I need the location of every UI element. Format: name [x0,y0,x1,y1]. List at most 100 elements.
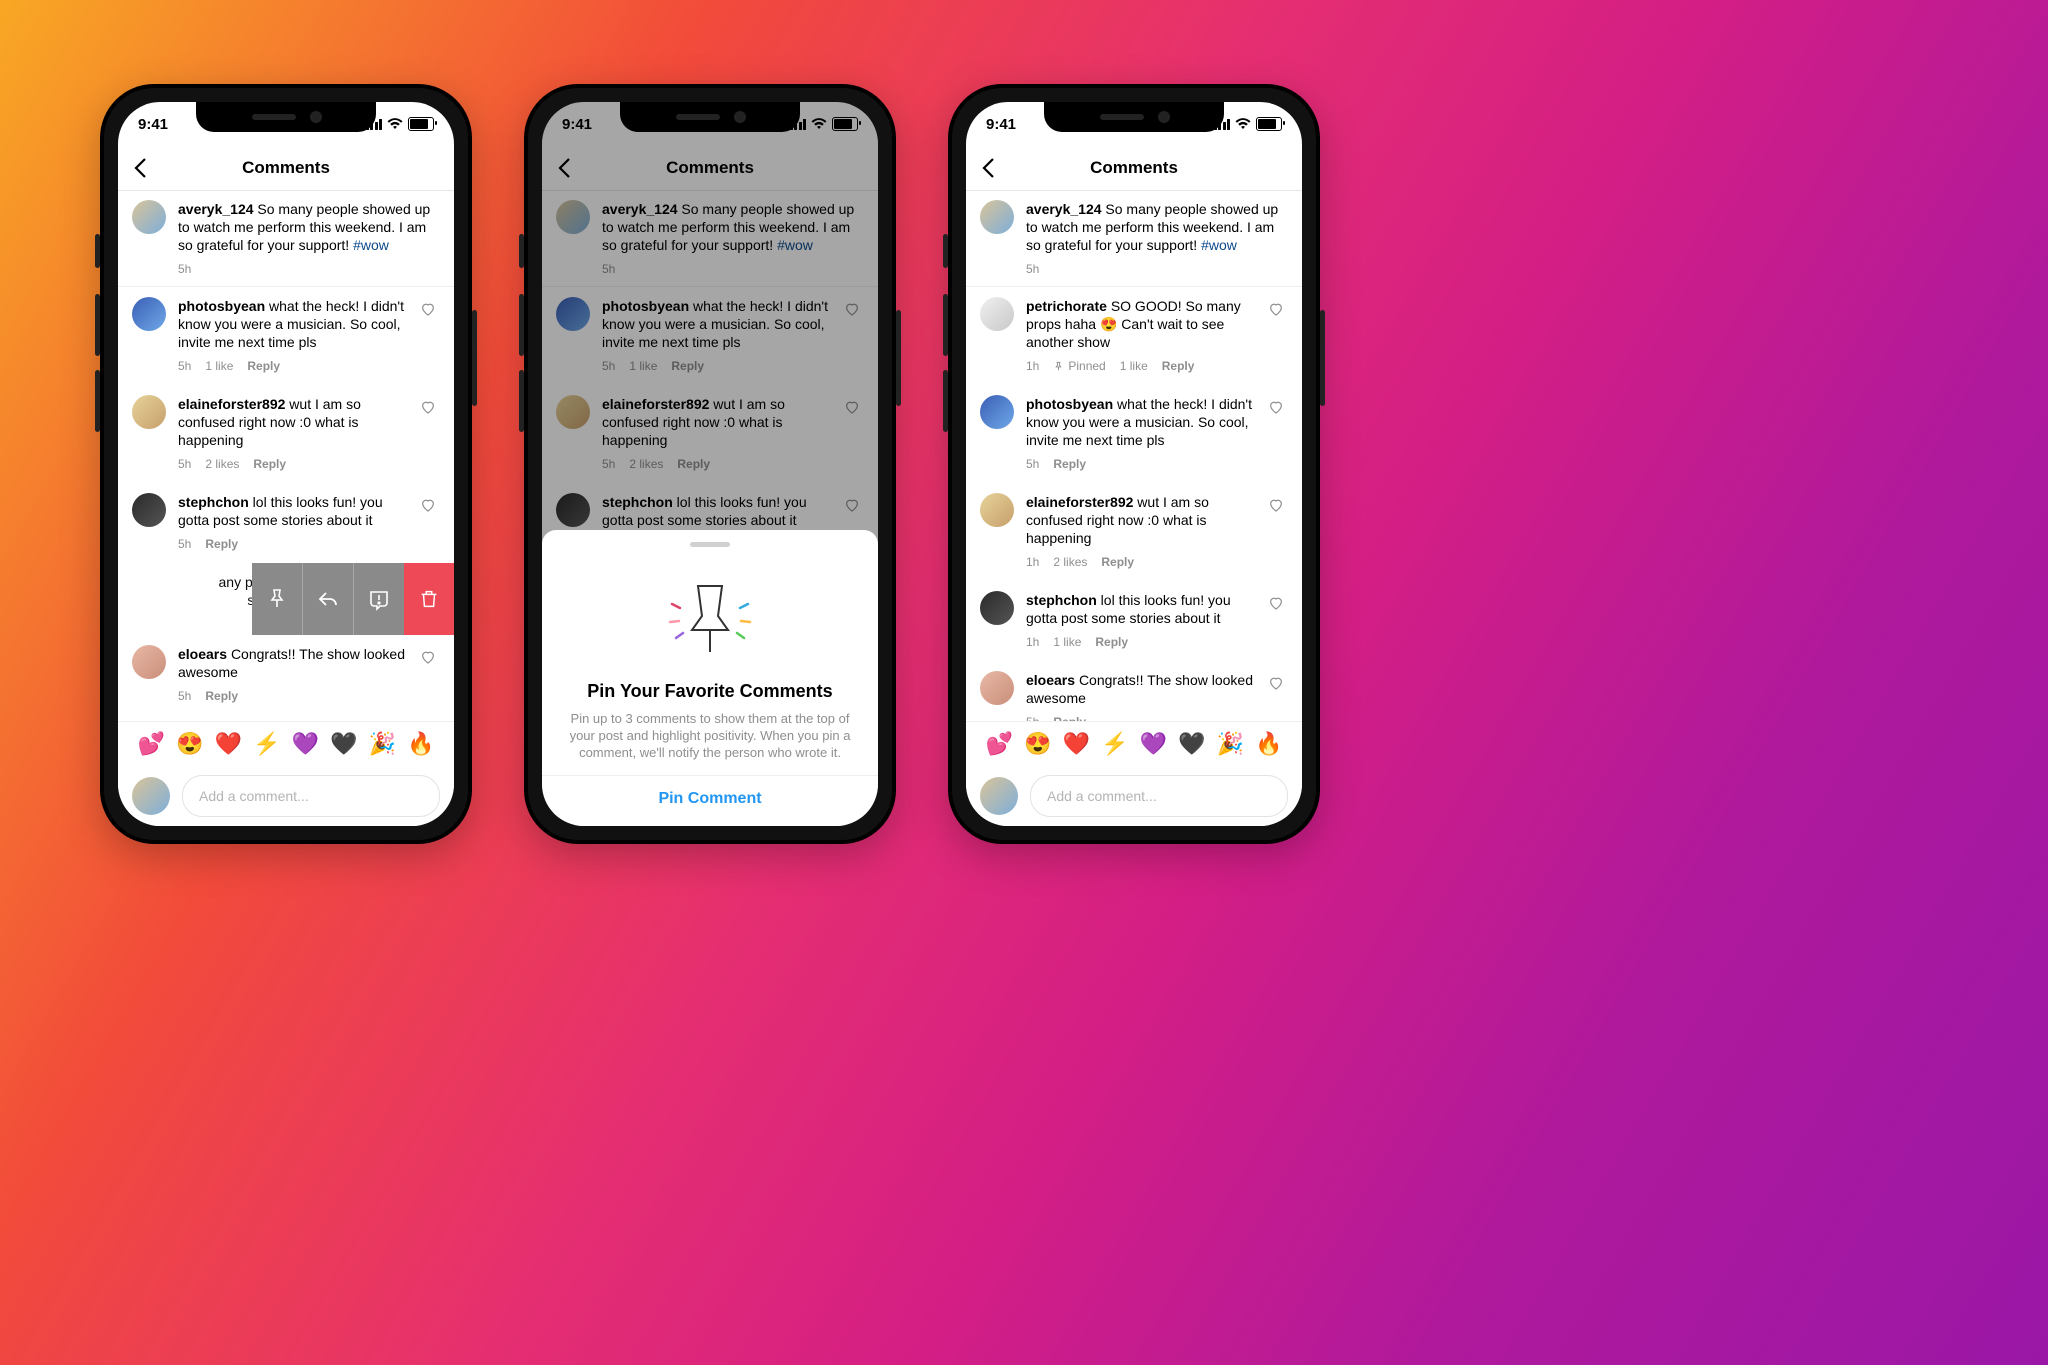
comment-row[interactable]: elaineforster892 wut I am so confused ri… [118,385,454,483]
emoji-quick-🔥[interactable]: 🔥 [1255,731,1282,757]
comment-likes[interactable]: 1 like [1120,357,1148,375]
heart-icon[interactable] [420,497,440,513]
pin-comment-sheet: Pin Your Favorite Comments Pin up to 3 c… [542,530,878,826]
back-button[interactable] [128,154,156,182]
comment-likes[interactable]: 2 likes [1053,553,1087,571]
comment-row[interactable]: petrichorate SO GOOD! So many props haha… [966,287,1302,385]
emoji-quick-🖤[interactable]: 🖤 [1178,731,1205,757]
emoji-quick-❤️[interactable]: ❤️ [1063,731,1090,757]
emoji-quick-😍[interactable]: 😍 [176,731,203,757]
heart-icon[interactable] [420,649,440,665]
avatar[interactable] [980,591,1014,625]
phone-mock-pin-sheet: 9:41 Comments averyk_124 So many people … [524,84,896,844]
sheet-grabber[interactable] [690,542,730,547]
emoji-quick-⚡[interactable]: ⚡ [1101,731,1128,757]
comment-time: 1h [1026,357,1039,375]
emoji-quick-🔥[interactable]: 🔥 [407,731,434,757]
emoji-quick-💜[interactable]: 💜 [292,731,319,757]
caption-hashtag[interactable]: #wow [1201,237,1237,253]
delete-action[interactable] [404,563,454,635]
emoji-quick-💜[interactable]: 💜 [1140,731,1167,757]
back-button[interactable] [976,154,1004,182]
avatar[interactable] [132,493,166,527]
pinned-badge: Pinned [1053,357,1105,375]
comment-row[interactable]: stephchon lol this looks fun! you gotta … [966,581,1302,661]
comment-user[interactable]: elaineforster892 [1026,494,1133,510]
status-time: 9:41 [138,116,168,133]
avatar[interactable] [980,395,1014,429]
reply-button[interactable]: Reply [1053,455,1086,473]
avatar[interactable] [132,200,166,234]
emoji-quick-🎉[interactable]: 🎉 [369,731,396,757]
caption-hashtag[interactable]: #wow [353,237,389,253]
comment-likes[interactable]: 2 likes [205,455,239,473]
reply-button[interactable]: Reply [1162,357,1195,375]
nav-title: Comments [242,158,330,178]
comment-user[interactable]: eloears [178,646,227,662]
swiped-comment-row[interactable]: any propsshow [118,563,454,635]
emoji-quick-⚡[interactable]: ⚡ [253,731,280,757]
reply-button[interactable]: Reply [1095,633,1128,651]
avatar[interactable] [132,395,166,429]
comment-user[interactable]: eloears [1026,672,1075,688]
comment-user[interactable]: photosbyean [1026,396,1113,412]
heart-icon[interactable] [1268,595,1288,611]
avatar[interactable] [132,645,166,679]
avatar[interactable] [980,200,1014,234]
comment-user[interactable]: stephchon [178,494,249,510]
comment-user[interactable]: petrichorate [1026,298,1107,314]
comment-row[interactable]: photosbyean what the heck! I didn't know… [966,385,1302,483]
avatar[interactable] [980,777,1018,815]
reply-button[interactable]: Reply [205,535,238,553]
caption-user[interactable]: averyk_124 [178,201,254,217]
battery-icon [408,117,434,131]
comment-user[interactable]: elaineforster892 [178,396,285,412]
avatar[interactable] [132,297,166,331]
status-time: 9:41 [986,116,1016,133]
emoji-quick-🎉[interactable]: 🎉 [1217,731,1244,757]
reply-button[interactable]: Reply [247,357,280,375]
post-caption: averyk_124 So many people showed up to w… [966,190,1302,287]
heart-icon[interactable] [1268,497,1288,513]
comment-user[interactable]: photosbyean [178,298,265,314]
avatar[interactable] [980,297,1014,331]
comment-row[interactable]: stephchon lol this looks fun! you gotta … [118,483,454,563]
avatar[interactable] [132,777,170,815]
heart-icon[interactable] [420,301,440,317]
caption-user[interactable]: averyk_124 [1026,201,1102,217]
comment-row[interactable]: photosbyean what the heck! I didn't know… [118,287,454,385]
reply-button[interactable]: Reply [253,455,286,473]
pin-comment-button[interactable]: Pin Comment [542,775,878,808]
comment-time: 1h [1026,633,1039,651]
swipe-actions [252,563,454,635]
emoji-quick-❤️[interactable]: ❤️ [215,731,242,757]
reply-button[interactable]: Reply [1101,553,1134,571]
emoji-quick-😍[interactable]: 😍 [1024,731,1051,757]
comment-row[interactable]: elaineforster892 wut I am so confused ri… [966,483,1302,581]
emoji-quick-💕[interactable]: 💕 [138,731,165,757]
report-action[interactable] [353,563,404,635]
heart-icon[interactable] [1268,675,1288,691]
reply-action[interactable] [302,563,353,635]
post-caption: averyk_124 So many people showed up to w… [118,190,454,287]
emoji-quick-bar: 💕 😍 ❤️ ⚡ 💜 🖤 🎉 🔥 [118,721,454,766]
phone-mock-pinned-result: 9:41 Comments averyk_124 So many people … [948,84,1320,844]
comments-list: photosbyean what the heck! I didn't know… [118,287,454,563]
emoji-quick-bar: 💕 😍 ❤️ ⚡ 💜 🖤 🎉 🔥 [966,721,1302,766]
reply-button[interactable]: Reply [205,687,238,705]
heart-icon[interactable] [1268,301,1288,317]
comment-row[interactable]: eloears Congrats!! The show looked aweso… [118,635,454,715]
comment-likes[interactable]: 1 like [1053,633,1081,651]
comment-input[interactable]: Add a comment... [1030,775,1288,817]
heart-icon[interactable] [420,399,440,415]
avatar[interactable] [980,671,1014,705]
pin-action[interactable] [252,563,302,635]
emoji-quick-🖤[interactable]: 🖤 [330,731,357,757]
comment-input[interactable]: Add a comment... [182,775,440,817]
comment-user[interactable]: stephchon [1026,592,1097,608]
comment-likes[interactable]: 1 like [205,357,233,375]
notch [620,102,800,132]
heart-icon[interactable] [1268,399,1288,415]
emoji-quick-💕[interactable]: 💕 [986,731,1013,757]
avatar[interactable] [980,493,1014,527]
